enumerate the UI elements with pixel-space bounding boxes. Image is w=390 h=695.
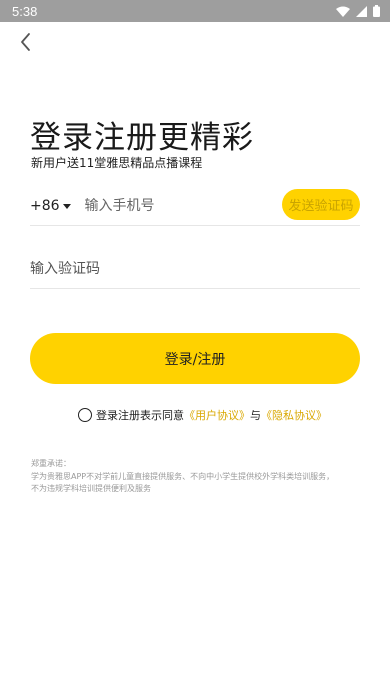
phone-input[interactable] [84,197,275,214]
code-field-row [30,250,360,289]
verification-code-input[interactable] [30,261,330,277]
page-title: 登录注册更精彩 [30,120,254,156]
login-register-button[interactable]: 登录/注册 [30,333,360,384]
back-button[interactable] [14,30,38,54]
privacy-policy-link[interactable]: 《隐私协议》 [261,407,327,423]
disclaimer-line-1: 学为贵雅思APP不对学前儿童直接提供服务、不向中小学生提供校外学科类培训服务， [31,471,335,481]
user-agreement-link[interactable]: 《用户协议》 [184,407,250,423]
agreement-row: 登录注册表示同意 《用户协议》 与 《隐私协议》 [78,407,327,423]
phone-field-row: +86 发送验证码 [30,186,360,226]
agreement-prefix: 登录注册表示同意 [96,409,184,422]
agreement-and: 与 [250,409,261,422]
send-code-button[interactable]: 发送验证码 [282,189,360,220]
country-code-label: +86 [30,197,60,214]
signal-icon [356,5,367,17]
disclaimer: 郑重承诺： 学为贵雅思APP不对学前儿童直接提供服务、不向中小学生提供校外学科类… [31,458,334,496]
caret-down-icon [62,203,71,209]
disclaimer-line-2: 不为违规学科培训提供便利及服务 [31,484,151,493]
status-icons [336,5,380,17]
status-time: 5:38 [12,3,38,19]
country-code-selector[interactable]: +86 [30,198,71,214]
wifi-icon [336,6,350,17]
agree-radio[interactable] [78,408,92,422]
page-subtitle: 新用户送11堂雅思精品点播课程 [31,156,203,170]
disclaimer-heading: 郑重承诺： [31,459,71,468]
battery-icon [373,5,380,17]
status-bar: 5:38 [0,0,390,22]
back-chevron-icon [21,33,30,51]
